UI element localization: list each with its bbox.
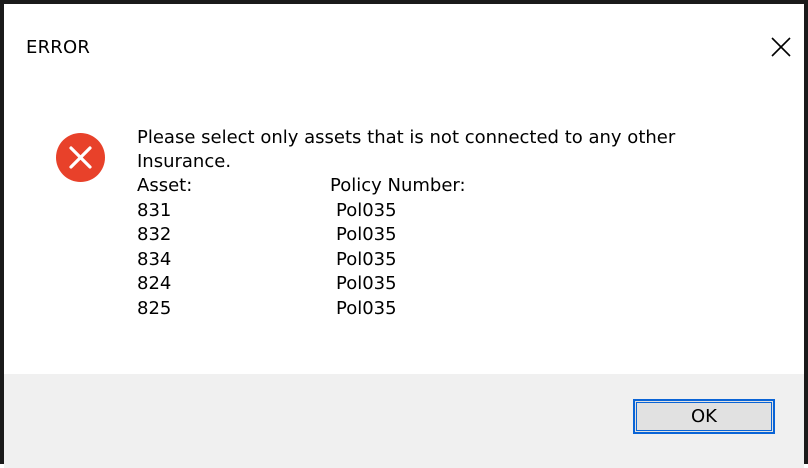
asset-policy-list: Asset: Policy Number: 831 Pol035 832 Pol… [137,174,537,321]
ok-button[interactable]: OK [633,399,775,434]
policy-value: Pol035 [336,297,397,319]
asset-header: Asset: [137,175,193,196]
error-message: Please select only assets that is not co… [137,126,675,174]
asset-value: 824 [137,273,172,294]
error-icon [56,133,105,182]
list-item: 824 Pol035 [137,272,537,297]
policy-value: Pol035 [336,199,397,221]
asset-value: 831 [137,199,172,221]
asset-value: 834 [137,248,172,270]
button-bar: OK [4,374,804,468]
list-item: 834 Pol035 [137,248,537,273]
list-item: 825 Pol035 [137,297,537,322]
ok-button-label: OK [691,406,717,427]
policy-value: Pol035 [336,248,397,270]
policy-header: Policy Number: [330,175,466,196]
message-line: Insurance. [137,151,232,172]
close-icon [771,37,791,57]
dialog-content: Please select only assets that is not co… [4,84,804,374]
dialog-title: ERROR [26,37,91,58]
list-item: 831 Pol035 [137,199,537,224]
title-bar: ERROR [4,4,804,84]
message-line: Please select only assets that is not co… [137,127,676,148]
error-dialog: ERROR Please select only assets that is … [0,0,808,468]
policy-value: Pol035 [336,224,397,245]
close-button[interactable] [764,30,798,64]
asset-value: 825 [137,297,172,319]
list-header: Asset: Policy Number: [137,174,537,199]
asset-value: 832 [137,224,172,245]
list-item: 832 Pol035 [137,223,537,248]
policy-value: Pol035 [336,273,397,294]
